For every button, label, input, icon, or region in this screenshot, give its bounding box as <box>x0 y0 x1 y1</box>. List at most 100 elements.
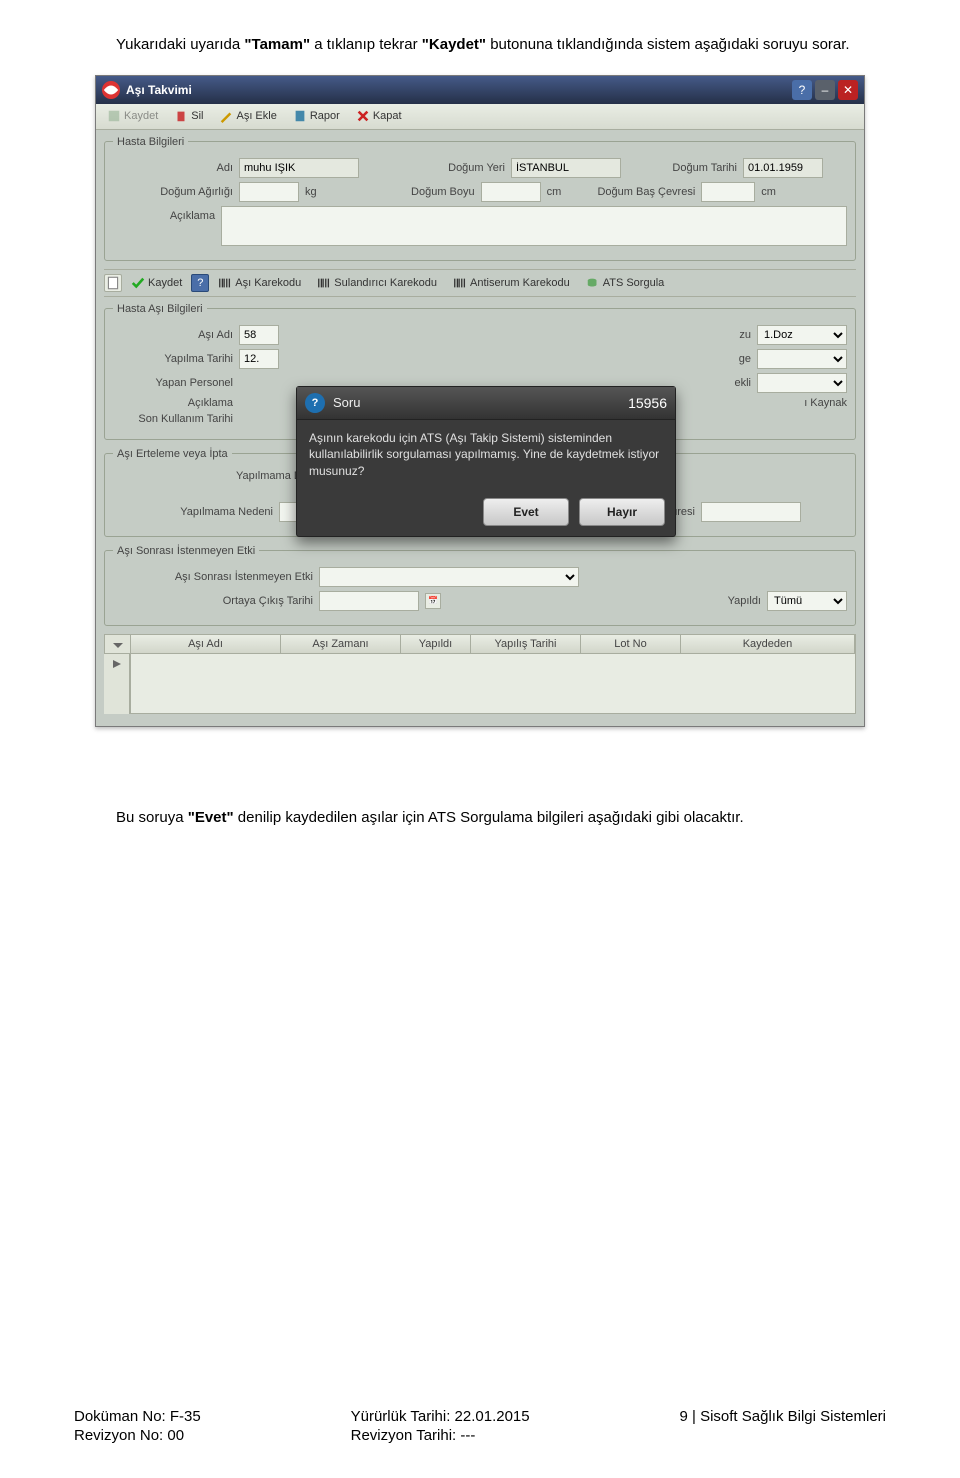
save-icon <box>107 109 121 123</box>
son-kullanim-label: Son Kullanım Tarihi <box>113 413 233 425</box>
grid-expand-icon[interactable] <box>104 654 130 714</box>
asi-adi-label: Aşı Adı <box>113 329 233 341</box>
new-icon[interactable] <box>104 274 122 292</box>
dogum-bas-label: Doğum Baş Çevresi <box>567 186 695 198</box>
aciklama-label: Açıklama <box>113 206 215 222</box>
dokuman-no: Doküman No: F-35 <box>74 1408 201 1425</box>
barcode2-icon <box>317 276 331 290</box>
dogum-yeri-field <box>511 158 621 178</box>
yapildi-select[interactable]: Tümü <box>767 591 847 611</box>
asi-ekle-button[interactable]: Aşı Ekle <box>212 106 283 126</box>
yapan-personel-label: Yapan Personel <box>113 377 233 389</box>
revizyon-no: Revizyon No: 00 <box>74 1427 201 1444</box>
asi-aciklama-label: Açıklama <box>113 397 233 409</box>
asi-adi-field[interactable] <box>239 325 279 345</box>
evet-button[interactable]: Evet <box>483 498 569 526</box>
yapilmama-nedeni-label: Yapılmama Nedeni <box>113 506 273 518</box>
ats-sorgula-button[interactable]: ATS Sorgula <box>579 273 672 293</box>
main-toolbar: Kaydet Sil Aşı Ekle Rapor Kapat <box>96 104 864 130</box>
antiserum-karekodu-button[interactable]: Antiserum Karekodu <box>446 273 577 293</box>
help2-icon[interactable]: ? <box>191 274 209 292</box>
dialog-titlebar: ? Soru 15956 <box>297 387 675 420</box>
help-icon[interactable]: ? <box>792 80 812 100</box>
grid-body <box>130 654 856 714</box>
close-x-icon <box>356 109 370 123</box>
sayfa-info: 9 | Sisoft Sağlık Bilgi Sistemleri <box>680 1408 886 1425</box>
yapilma-tarihi-field[interactable] <box>239 349 279 369</box>
col-asi-zamani[interactable]: Aşı Zamanı <box>281 635 401 653</box>
calendar-icon[interactable]: 📅 <box>425 593 441 609</box>
dialog-title: Soru <box>333 395 628 410</box>
erteleme-suresi-field[interactable] <box>701 502 801 522</box>
app-window: Aşı Takvimi ? – ✕ Kaydet Sil Aşı Ekle <box>95 75 865 727</box>
doz-select[interactable]: 1.Doz <box>757 325 847 345</box>
search-db-icon <box>586 276 600 290</box>
col-yapilis-tarihi[interactable]: Yapılış Tarihi <box>471 635 581 653</box>
dogum-boyu-field[interactable] <box>481 182 541 202</box>
dialog-body: Aşının karekodu için ATS (Aşı Takip Sist… <box>297 420 675 490</box>
page-footer: Doküman No: F-35 Revizyon No: 00 Yürürlü… <box>0 1408 960 1444</box>
etki-label: Aşı Sonrası İstenmeyen Etki <box>113 571 313 583</box>
sulandirici-karekodu-button[interactable]: Sulandırıcı Karekodu <box>310 273 444 293</box>
close-icon[interactable]: ✕ <box>838 80 858 100</box>
kaynak-label: ı Kaynak <box>787 397 847 409</box>
kaydet-button[interactable]: Kaydet <box>100 106 165 126</box>
rapor-button[interactable]: Rapor <box>286 106 347 126</box>
ortaya-label: Ortaya Çıkış Tarihi <box>113 595 313 607</box>
dialog-id: 15956 <box>628 395 667 411</box>
col-kaydeden[interactable]: Kaydeden <box>681 635 855 653</box>
hasta-legend: Hasta Bilgileri <box>113 136 188 148</box>
dogum-tarihi-field <box>743 158 823 178</box>
check-icon <box>131 276 145 290</box>
ekli-label: ekli <box>721 377 751 389</box>
zu-label: zu <box>721 329 751 341</box>
erteleme-legend: Aşı Erteleme veya İpta <box>113 448 232 460</box>
window-title: Aşı Takvimi <box>126 83 192 97</box>
yapilma-tarihi-label: Yapılma Tarihi <box>113 353 233 365</box>
app-logo-icon <box>102 81 120 99</box>
cm-unit-1: cm <box>547 186 562 198</box>
hayir-button[interactable]: Hayır <box>579 498 665 526</box>
ekli-select[interactable] <box>757 373 847 393</box>
asi-legend: Hasta Aşı Bilgileri <box>113 303 207 315</box>
window-titlebar: Aşı Takvimi ? – ✕ <box>96 76 864 104</box>
revizyon-tarihi: Revizyon Tarihi: --- <box>351 1427 530 1444</box>
cm-unit-2: cm <box>761 186 776 198</box>
col-yapildi[interactable]: Yapıldı <box>401 635 471 653</box>
hasta-bilgileri-fieldset: Hasta Bilgileri Adı Doğum Yeri Doğum Tar… <box>104 136 856 261</box>
vaccines-grid: Aşı Adı Aşı Zamanı Yapıldı Yapılış Tarih… <box>104 634 856 714</box>
report-icon <box>293 109 307 123</box>
ge-select[interactable] <box>757 349 847 369</box>
syringe-icon <box>219 109 233 123</box>
etki-legend: Aşı Sonrası İstenmeyen Etki <box>113 545 259 557</box>
minimize-icon[interactable]: – <box>815 80 835 100</box>
adi-field <box>239 158 359 178</box>
yururluk-tarihi: Yürürlük Tarihi: 22.01.2015 <box>351 1408 530 1425</box>
dogum-agirligi-field[interactable] <box>239 182 299 202</box>
kaydet2-button[interactable]: Kaydet <box>124 273 189 293</box>
intro-paragraph-1: Yukarıdaki uyarıda "Tamam" a tıklanıp te… <box>74 34 886 57</box>
sil-button[interactable]: Sil <box>167 106 210 126</box>
asi-karekodu-button[interactable]: Aşı Karekodu <box>211 273 308 293</box>
kg-unit: kg <box>305 186 317 198</box>
dogum-bas-field[interactable] <box>701 182 755 202</box>
dogum-yeri-label: Doğum Yeri <box>365 162 505 174</box>
etki-select[interactable] <box>319 567 579 587</box>
ge-label: ge <box>721 353 751 365</box>
aciklama-textarea[interactable] <box>221 206 847 246</box>
col-lot-no[interactable]: Lot No <box>581 635 681 653</box>
confirm-dialog: ? Soru 15956 Aşının karekodu için ATS (A… <box>296 386 676 537</box>
barcode-icon <box>218 276 232 290</box>
yapildi-label: Yapıldı <box>711 595 761 607</box>
delete-icon <box>174 109 188 123</box>
barcode3-icon <box>453 276 467 290</box>
col-asi-adi[interactable]: Aşı Adı <box>131 635 281 653</box>
kapat-button[interactable]: Kapat <box>349 106 409 126</box>
ortaya-tarih-field[interactable] <box>319 591 419 611</box>
dogum-boyu-label: Doğum Boyu <box>323 186 475 198</box>
question-icon: ? <box>305 393 325 413</box>
dogum-agirligi-label: Doğum Ağırlığı <box>113 186 233 198</box>
secondary-toolbar: Kaydet ? Aşı Karekodu Sulandırıcı Kareko… <box>104 269 856 297</box>
dogum-tarihi-label: Doğum Tarihi <box>627 162 737 174</box>
grid-tools-icon[interactable] <box>105 635 131 653</box>
